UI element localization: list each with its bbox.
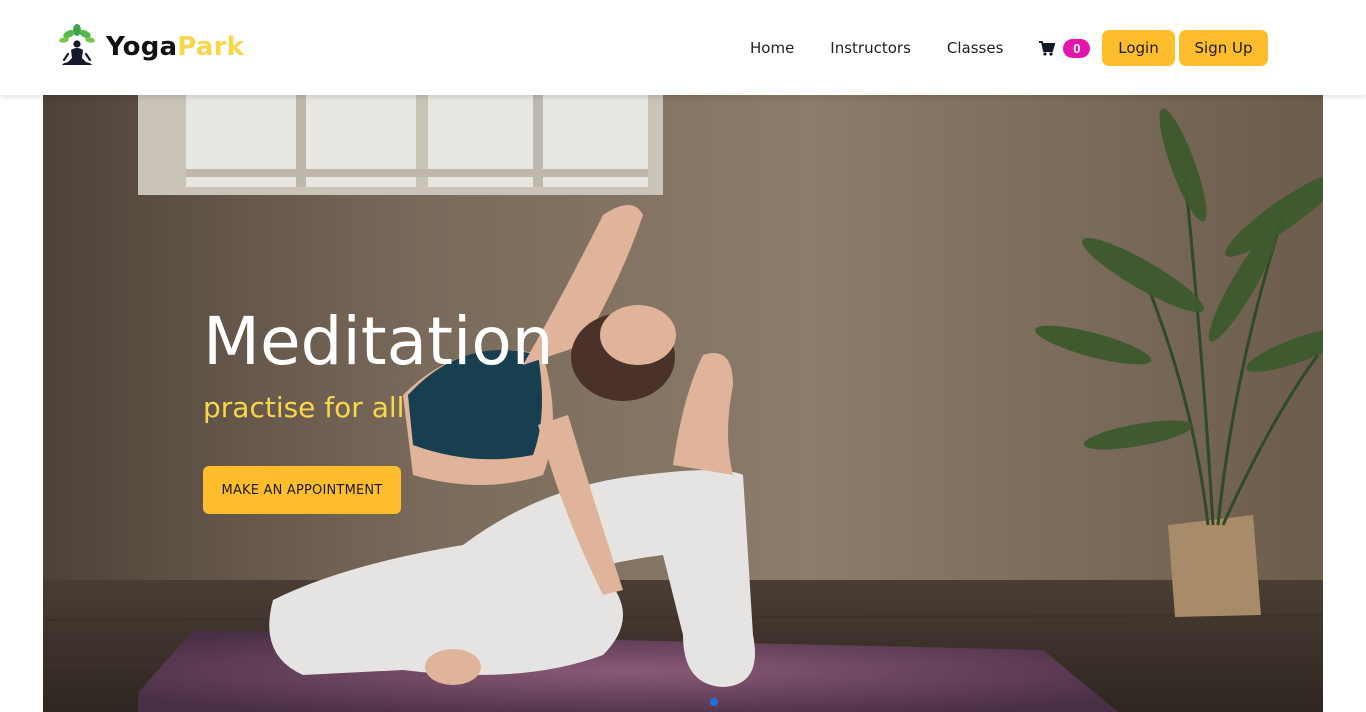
cart-count-badge: 0 [1063, 38, 1091, 58]
carousel-indicator-dot[interactable] [710, 698, 718, 706]
brand-name-part2: Park [177, 32, 245, 62]
hero-banner: Meditation practise for all MAKE AN APPO… [43, 95, 1323, 712]
make-appointment-button[interactable]: MAKE AN APPOINTMENT [203, 466, 401, 514]
nav-link-instructors[interactable]: Instructors [830, 39, 911, 57]
brand-logo-link[interactable]: YogaPark [58, 24, 244, 70]
cart-icon [1039, 40, 1056, 56]
cart-button[interactable]: 0 [1039, 38, 1091, 58]
navbar: YogaPark Home Instructors Classes 0 Logi… [0, 0, 1366, 95]
signup-button[interactable]: Sign Up [1179, 30, 1268, 66]
meditation-logo-icon [59, 24, 95, 65]
login-button[interactable]: Login [1102, 30, 1175, 66]
main-nav: Home Instructors Classes 0 [750, 30, 1091, 66]
nav-link-home[interactable]: Home [750, 39, 794, 57]
hero-title: Meditation [203, 303, 554, 380]
hero-subtitle: practise for all [203, 391, 405, 424]
brand-name-part1: Yoga [106, 32, 178, 62]
nav-link-classes[interactable]: Classes [947, 39, 1004, 57]
brand-name: YogaPark [106, 32, 244, 62]
